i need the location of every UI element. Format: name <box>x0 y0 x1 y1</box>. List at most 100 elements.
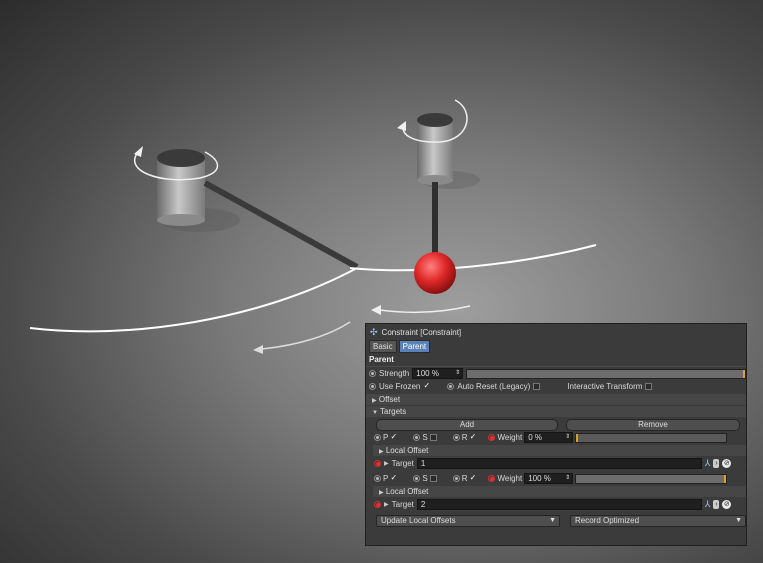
stepper-icon[interactable]: ⇕ <box>565 433 570 442</box>
tab-bar: Basic Parent <box>366 340 746 353</box>
r-checkbox[interactable]: ✓ <box>469 474 477 482</box>
collapsed-triangle-icon: ▶ <box>384 502 389 508</box>
cylinder-left[interactable] <box>157 149 205 226</box>
target-anim-toggle[interactable] <box>374 501 381 508</box>
pick-object-icon[interactable]: ⊘ <box>722 500 732 509</box>
group-offset[interactable]: ▶ Offset <box>366 394 746 405</box>
chevron-down-icon: ▼ <box>549 516 556 524</box>
weight-slider-marker <box>724 474 727 483</box>
direction-arrow-2 <box>261 321 351 350</box>
add-remove-row: Add Remove <box>366 418 746 431</box>
p-label: P <box>383 433 389 442</box>
weight-label: Weight <box>497 433 523 442</box>
auto-reset-checkbox[interactable] <box>533 383 541 390</box>
r-anim-toggle[interactable] <box>452 434 460 441</box>
group-targets[interactable]: ▼ Targets <box>366 406 746 417</box>
strength-input[interactable]: 100 % ⇕ <box>412 368 464 379</box>
auto-reset-anim-toggle[interactable] <box>447 383 455 390</box>
group-offset-label: Offset <box>378 395 401 404</box>
target-2-row: ▶ Target 2 ⅄ › ⊘ <box>366 498 746 511</box>
strength-anim-toggle[interactable] <box>369 370 376 377</box>
use-frozen-anim-toggle[interactable] <box>369 383 376 390</box>
s-label: S <box>422 474 428 483</box>
constraint-panel: ✣ Constraint [Constraint] Basic Parent P… <box>365 323 747 546</box>
strength-slider-fill <box>467 369 745 378</box>
constraint-icon: ✣ <box>370 326 378 337</box>
s-label: S <box>422 433 428 442</box>
weight-slider-fill <box>576 474 727 483</box>
weight-label: Weight <box>497 474 523 483</box>
add-button[interactable]: Add <box>376 418 558 431</box>
rotation-arrowhead-right <box>397 121 406 131</box>
weight-slider[interactable] <box>575 473 728 484</box>
weight-anim-toggle[interactable] <box>488 475 496 482</box>
target-link-field[interactable]: 2 <box>416 499 702 510</box>
menu-arrow-icon[interactable]: › <box>713 500 720 509</box>
weight-anim-toggle[interactable] <box>488 434 496 441</box>
group-targets-label: Targets <box>380 407 407 416</box>
record-mode-dropdown[interactable]: Record Optimized ▼ <box>570 514 746 527</box>
p-checkbox[interactable]: ✓ <box>390 474 397 482</box>
chevron-down-icon: ▼ <box>735 516 742 524</box>
direction-arrow-1 <box>379 305 471 314</box>
menu-arrow-icon[interactable]: › <box>713 459 720 468</box>
local-offset-label: Local Offset <box>385 487 429 496</box>
weight-slider-marker <box>576 433 579 442</box>
p-checkbox[interactable]: ✓ <box>390 433 397 441</box>
target-2-psr-row: P ✓ S R ✓ Weight 100 % ⇕ <box>366 472 746 485</box>
weight-input[interactable]: 0 % ⇕ <box>524 432 574 443</box>
p-anim-toggle[interactable] <box>374 475 381 482</box>
target-anim-toggle[interactable] <box>374 460 381 467</box>
weight-value: 100 % <box>528 474 551 483</box>
update-local-offsets-dropdown[interactable]: Update Local Offsets ▼ <box>376 514 560 527</box>
weight-value: 0 % <box>528 433 543 442</box>
r-label: R <box>461 474 468 483</box>
bottom-dropdowns-row: Update Local Offsets ▼ Record Optimized … <box>366 514 746 527</box>
group-local-offset-1[interactable]: ▶ Local Offset <box>373 445 746 456</box>
strength-slider-marker <box>743 369 745 378</box>
r-anim-toggle[interactable] <box>452 475 460 482</box>
r-checkbox[interactable]: ✓ <box>469 433 477 441</box>
collapsed-triangle-icon: ▶ <box>384 461 389 467</box>
s-checkbox[interactable] <box>429 434 437 441</box>
tab-parent[interactable]: Parent <box>398 340 431 353</box>
p-label: P <box>383 474 389 483</box>
weight-slider[interactable] <box>575 432 728 443</box>
direction-arrowhead-2 <box>253 345 263 354</box>
weight-input[interactable]: 100 % ⇕ <box>524 473 574 484</box>
stepper-icon[interactable]: ⇕ <box>565 474 570 483</box>
stepper-icon[interactable]: ⇕ <box>455 369 460 378</box>
s-checkbox[interactable] <box>429 475 437 482</box>
update-local-offsets-label: Update Local Offsets <box>381 515 456 525</box>
target-link-field[interactable]: 1 <box>416 458 702 469</box>
options-row: Use Frozen ✓ Auto Reset (Legacy) Interac… <box>366 380 746 393</box>
pick-object-icon[interactable]: ⊘ <box>722 459 732 468</box>
section-title-parent: Parent <box>366 354 746 367</box>
p-anim-toggle[interactable] <box>374 434 381 441</box>
interactive-transform-checkbox[interactable] <box>645 383 653 390</box>
group-local-offset-2[interactable]: ▶ Local Offset <box>373 486 746 497</box>
use-frozen-checkbox[interactable]: ✓ <box>423 382 431 390</box>
strength-value: 100 % <box>416 369 439 378</box>
auto-reset-label: Auto Reset (Legacy) <box>457 382 531 391</box>
remove-button[interactable]: Remove <box>566 418 740 431</box>
s-anim-toggle[interactable] <box>413 475 421 482</box>
motion-path-lower <box>29 267 358 333</box>
strength-slider[interactable] <box>466 368 746 379</box>
null-object-icon: ⅄ <box>704 458 711 468</box>
target-1-psr-row: P ✓ S R ✓ Weight 0 % ⇕ <box>366 431 746 444</box>
tab-basic[interactable]: Basic <box>369 340 397 353</box>
strength-row: Strength 100 % ⇕ <box>366 367 746 380</box>
interactive-transform-label: Interactive Transform <box>567 382 643 391</box>
direction-arrowhead-1 <box>371 305 381 315</box>
panel-title: Constraint [Constraint] <box>381 327 462 337</box>
cylinder-right[interactable] <box>417 113 453 185</box>
s-anim-toggle[interactable] <box>413 434 421 441</box>
target-label: Target <box>391 500 414 509</box>
target-value: 2 <box>420 500 426 509</box>
motion-path-upper <box>349 244 597 272</box>
target-value: 1 <box>420 459 426 468</box>
red-ball[interactable] <box>414 252 456 294</box>
strength-label: Strength <box>379 369 410 378</box>
r-label: R <box>461 433 468 442</box>
